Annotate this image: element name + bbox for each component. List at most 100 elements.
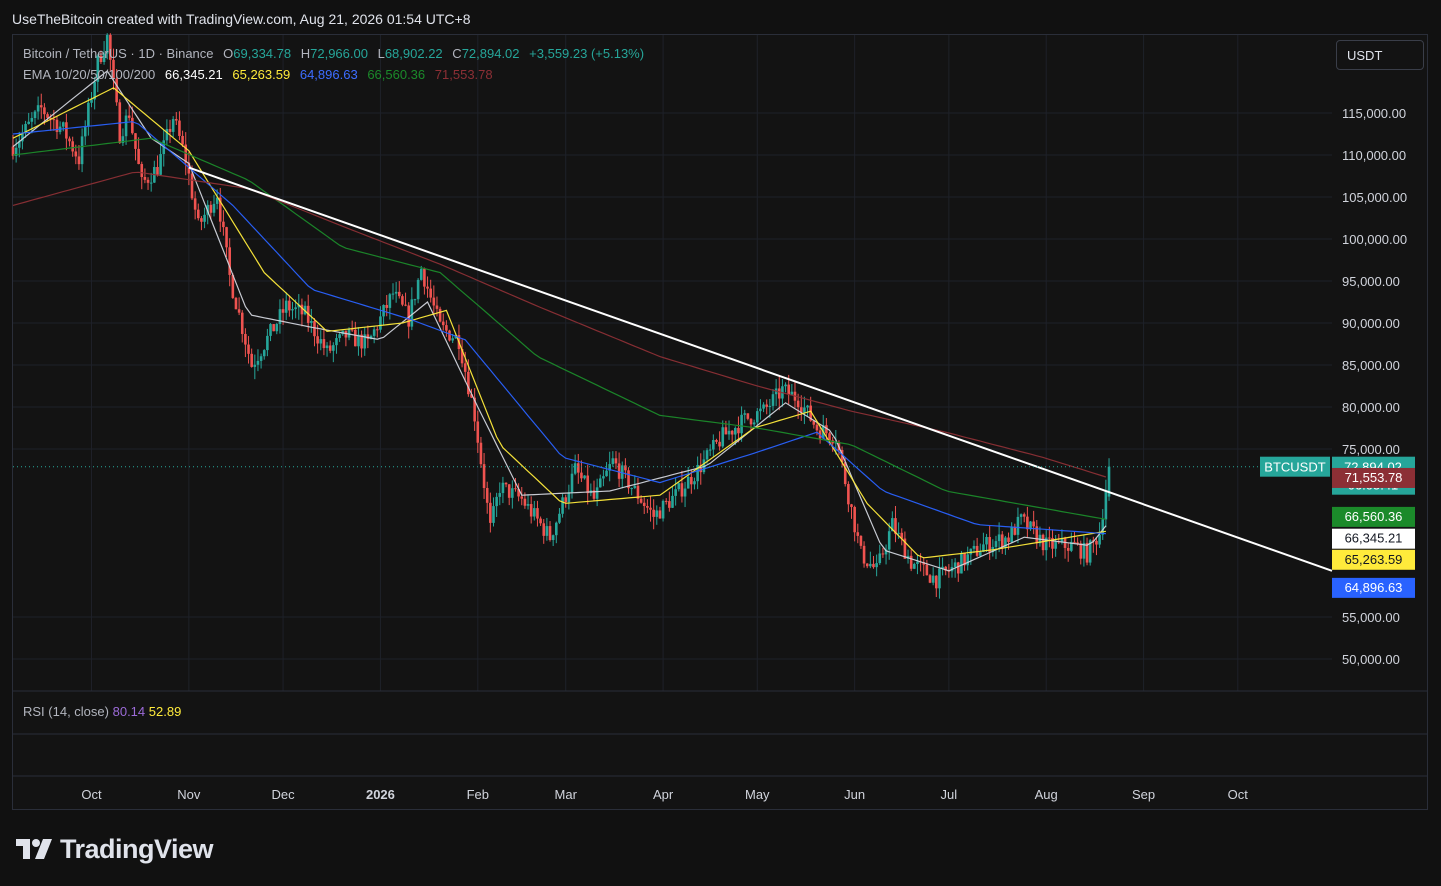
x-tick-label: Sep [1132,787,1155,802]
x-tick-label: Aug [1035,787,1058,802]
candle-body [200,218,203,222]
candle-body [240,312,244,334]
candle-body [567,492,571,503]
candle-body [796,400,800,408]
candle-body [71,141,74,152]
candle-body [755,411,759,423]
candle-body [375,329,379,331]
ema10-value: 66,345.21 [164,67,223,82]
candle-body [605,470,608,477]
change-value: +3,559.23 (+5.13%) [529,46,645,61]
candle-body [438,308,442,322]
candle-body [482,464,486,488]
ema20-price-label: 65,263.59 [1345,552,1403,567]
close-value: 72,894.02 [461,46,520,61]
candle-body [394,291,398,294]
ema200-value: 71,553.78 [434,67,493,82]
candle-body [1022,514,1026,517]
candle-body [222,221,225,228]
candle-body [558,513,561,523]
candle-body [445,325,448,331]
price-chart[interactable]: 115,000.00 110,000.00 105,000.00 100,000.00… [0,0,1441,886]
x-tick-label: Oct [81,787,102,802]
candle-body [256,360,260,365]
y-tick-label: 75,000.00 [1342,442,1400,457]
ema50-value: 64,896.63 [299,67,358,82]
x-axis: Oct Nov Dec 2026 Feb Mar Apr May Jun Jul Aug Sep Oct [81,787,1248,802]
candle-body [350,329,354,331]
candle-body [690,476,693,485]
candle-body [856,532,860,536]
candle-body [865,563,869,567]
candle-body [1066,547,1070,551]
candle-body [872,563,875,568]
candle-body [178,120,181,136]
candle-body [1013,526,1017,535]
candle-body [419,268,423,280]
candle-body [1026,516,1029,530]
candle-body [752,422,756,425]
x-tick-label: Dec [272,787,296,802]
candle-body [680,483,684,497]
candle-body [639,498,643,503]
candle-body [495,496,498,507]
y-tick-label: 85,000.00 [1342,358,1400,373]
candle-body [463,363,467,372]
candle-body [354,329,357,347]
candle-body [909,555,913,569]
candle-body [655,510,659,517]
candle-body [137,148,140,165]
candle-body [159,154,162,175]
candle-body [247,344,250,354]
ema200-line [12,171,1107,478]
y-tick-label: 100,000.00 [1342,232,1407,247]
candle-body [1041,534,1045,551]
candle-body [853,507,856,533]
candle-body [36,105,40,112]
candle-body [705,450,709,460]
price-labels: BTCUSDT72,894.0206:05:4171,553.7866,560.… [13,456,1415,598]
candle-body [913,563,916,569]
candle-body [234,297,238,310]
candle-body [561,497,564,514]
ema50-line [12,121,1106,535]
x-tick-label: Jul [941,787,958,802]
candle-body [146,179,150,183]
candle-body [87,102,90,127]
candle-body [925,564,929,576]
rsi-label: RSI (14, close) [23,704,109,719]
candle-body [652,509,655,517]
candle-body [668,501,671,508]
candle-body [203,214,206,222]
candle-body [661,500,665,519]
candle-body [727,430,731,435]
candle-body [291,309,294,311]
candle-body [80,136,84,165]
candle-body [545,526,549,536]
candle-body [272,324,275,332]
candle-body [718,441,721,447]
candle-body [338,334,341,339]
tradingview-logo[interactable]: TradingView [16,834,214,864]
candle-body [391,293,395,295]
candle-body [196,209,200,219]
candle-body [275,323,279,332]
candle-body [149,182,153,184]
candle-body [43,107,46,115]
candle-body [244,333,247,345]
candle-body [1048,537,1051,539]
candle-body [448,330,451,341]
currency-button[interactable]: USDT [1336,40,1424,70]
candle-body [388,294,392,308]
candle-body [978,551,982,556]
candle-body [777,388,781,399]
candle-body [171,119,175,132]
low-value: 68,902.22 [384,46,443,61]
candle-body [617,463,621,479]
candle-body [193,198,197,210]
candle-body [68,138,71,142]
candle-body [847,484,850,505]
candle-body [708,449,712,451]
candle-body [335,338,338,346]
candle-body [875,563,878,568]
